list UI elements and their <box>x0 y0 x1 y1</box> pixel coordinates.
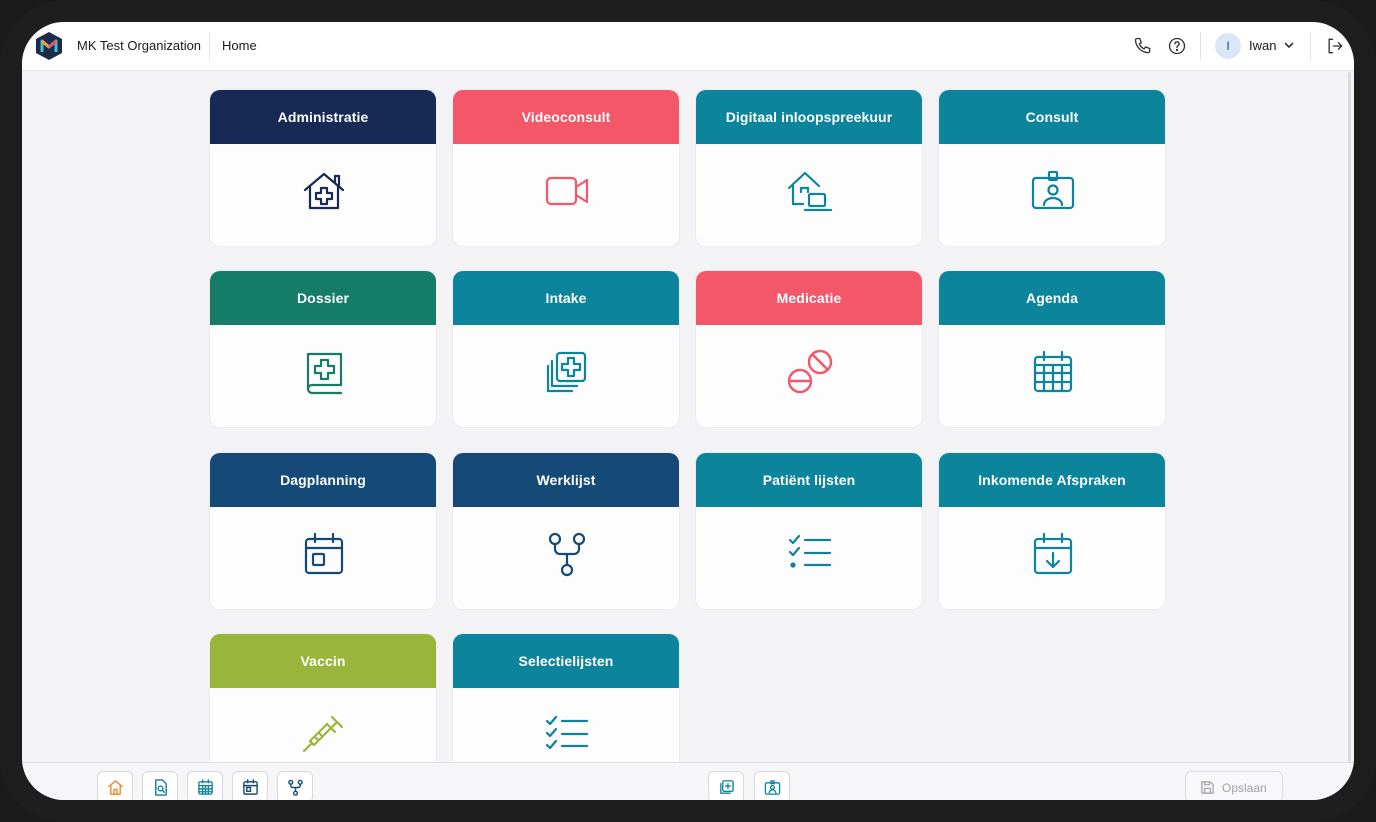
bottom-toolbar: Opslaan <box>22 762 1354 800</box>
workflow-icon <box>548 532 586 577</box>
house-laptop-icon <box>787 171 833 212</box>
id-badge-icon <box>1031 170 1075 210</box>
tile-header: Werklijst <box>453 453 679 507</box>
agenda-button[interactable] <box>187 771 223 800</box>
tile-header: Dagplanning <box>210 453 436 507</box>
medical-files-icon <box>546 351 587 393</box>
tile-videoconsult[interactable]: Videoconsult <box>453 90 679 246</box>
tile-header: Consult <box>939 90 1165 144</box>
calendar-grid-icon <box>198 779 213 795</box>
dagplanning-button[interactable] <box>232 771 268 800</box>
device-frame: MK Test Organization Home I Iwan Adminis… <box>0 0 1376 822</box>
divider <box>209 32 210 60</box>
tile-header: Administratie <box>210 90 436 144</box>
consult-button[interactable] <box>754 771 790 800</box>
tile-patient-lijsten[interactable]: Patiënt lijsten <box>696 453 922 609</box>
tile-body <box>210 144 436 246</box>
video-camera-icon <box>545 176 589 206</box>
divider <box>1310 32 1311 60</box>
tile-header: Dossier <box>210 271 436 325</box>
tile-digitaal-inloopspreekuur[interactable]: Digitaal inloopspreekuur <box>696 90 922 246</box>
organization-name: MK Test Organization <box>77 38 202 53</box>
save-label: Opslaan <box>1222 781 1267 795</box>
pills-icon <box>787 349 833 394</box>
home-icon <box>108 780 123 795</box>
chevron-down-icon[interactable] <box>1283 39 1295 51</box>
workflow-icon <box>288 779 303 796</box>
tile-agenda[interactable]: Agenda <box>939 271 1165 427</box>
tile-body <box>696 507 922 609</box>
help-icon[interactable] <box>1167 36 1187 56</box>
intake-button[interactable] <box>708 771 744 800</box>
tile-inkomende-afspraken[interactable]: Inkomende Afspraken <box>939 453 1165 609</box>
tile-dossier[interactable]: Dossier <box>210 271 436 427</box>
tile-header: Vaccin <box>210 634 436 688</box>
tile-body <box>696 325 922 427</box>
save-icon <box>1201 781 1214 794</box>
tile-header: Agenda <box>939 271 1165 325</box>
tile-dagplanning[interactable]: Dagplanning <box>210 453 436 609</box>
checklist-icon <box>788 534 832 568</box>
organization-logo[interactable] <box>34 31 64 61</box>
tile-body <box>210 507 436 609</box>
medical-files-icon <box>720 780 734 794</box>
breadcrumb[interactable]: Home <box>222 38 257 53</box>
id-badge-icon <box>764 780 781 795</box>
tile-body <box>453 144 679 246</box>
home-button[interactable] <box>97 771 133 800</box>
calendar-day-icon <box>304 532 344 575</box>
checklist-icon <box>545 715 589 750</box>
house-medical-icon <box>303 172 345 210</box>
tile-body <box>453 507 679 609</box>
calendar-day-icon <box>243 779 258 795</box>
tile-body <box>210 325 436 427</box>
top-bar: MK Test Organization Home I Iwan <box>22 22 1354 71</box>
tile-header: Selectielijsten <box>453 634 679 688</box>
document-search-button[interactable] <box>142 771 178 800</box>
document-search-icon <box>155 779 167 796</box>
save-button[interactable]: Opslaan <box>1185 771 1283 800</box>
werklijst-button[interactable] <box>277 771 313 800</box>
user-name[interactable]: Iwan <box>1249 38 1276 53</box>
tile-body <box>939 325 1165 427</box>
calendar-download-icon <box>1033 532 1073 575</box>
tile-header: Intake <box>453 271 679 325</box>
scrollbar[interactable] <box>1348 72 1351 762</box>
tile-header: Patiënt lijsten <box>696 453 922 507</box>
tile-consult[interactable]: Consult <box>939 90 1165 246</box>
tile-body <box>939 144 1165 246</box>
medical-book-icon <box>306 352 343 395</box>
tile-intake[interactable]: Intake <box>453 271 679 427</box>
tile-header: Medicatie <box>696 271 922 325</box>
calendar-grid-icon <box>1033 350 1073 393</box>
tile-body <box>453 325 679 427</box>
app-screen: MK Test Organization Home I Iwan Adminis… <box>22 22 1354 800</box>
logout-icon[interactable] <box>1325 36 1345 56</box>
tile-body <box>696 144 922 246</box>
avatar[interactable]: I <box>1215 33 1241 59</box>
phone-icon[interactable] <box>1133 36 1153 56</box>
tile-body <box>939 507 1165 609</box>
divider <box>1200 32 1201 60</box>
tile-werklijst[interactable]: Werklijst <box>453 453 679 609</box>
tile-administratie[interactable]: Administratie <box>210 90 436 246</box>
syringe-icon <box>302 715 344 753</box>
tile-header: Videoconsult <box>453 90 679 144</box>
tile-header: Digitaal inloopspreekuur <box>696 90 922 144</box>
tile-header: Inkomende Afspraken <box>939 453 1165 507</box>
tile-medicatie[interactable]: Medicatie <box>696 271 922 427</box>
